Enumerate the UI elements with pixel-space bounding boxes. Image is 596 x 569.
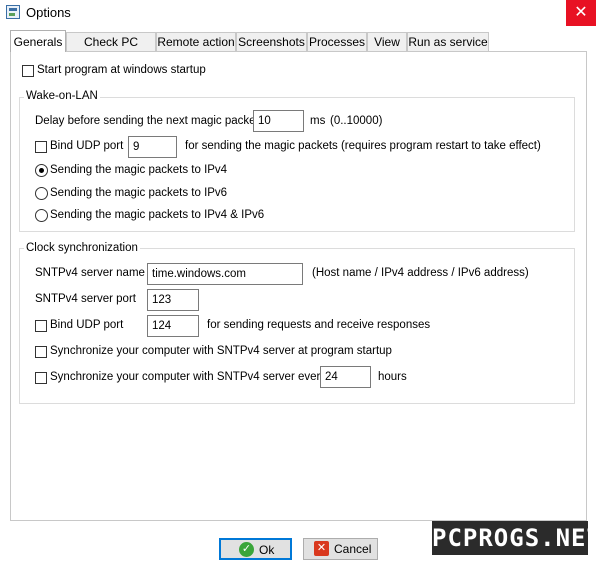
cancel-button[interactable]: ✕ Cancel bbox=[303, 538, 378, 560]
sntp-server-name-input[interactable]: time.windows.com bbox=[147, 263, 303, 285]
window-title: Options bbox=[26, 5, 71, 20]
cancel-x-icon: ✕ bbox=[314, 541, 329, 556]
watermark-logo: PCPROGS.NET bbox=[432, 521, 596, 555]
wol-radio-ipv6-label: Sending the magic packets to IPv6 bbox=[50, 187, 228, 199]
sync-at-startup-checkbox[interactable] bbox=[35, 346, 47, 358]
wol-bind-port-label: Bind UDP port bbox=[50, 140, 124, 152]
wol-bind-port-input[interactable]: 9 bbox=[128, 136, 177, 158]
wol-radio-both-label: Sending the magic packets to IPv4 & IPv6 bbox=[50, 209, 265, 221]
clock-bind-port-input[interactable]: 124 bbox=[147, 315, 199, 337]
tab-run-as-service[interactable]: Run as service bbox=[407, 32, 489, 51]
startup-checkbox[interactable] bbox=[22, 65, 34, 77]
tab-screenshots[interactable]: Screenshots bbox=[236, 32, 307, 51]
wol-delay-unit: ms bbox=[310, 115, 326, 127]
sntp-server-name-label: SNTPv4 server name bbox=[35, 267, 145, 279]
check-icon: ✓ bbox=[239, 542, 254, 557]
close-button[interactable]: ✕ bbox=[566, 0, 596, 26]
ok-button-label: Ok bbox=[259, 543, 275, 557]
wol-radio-ipv4[interactable] bbox=[35, 164, 48, 177]
ok-button[interactable]: ✓ Ok bbox=[219, 538, 292, 560]
wol-delay-input[interactable]: 10 bbox=[253, 110, 304, 132]
wol-delay-label: Delay before sending the next magic pack… bbox=[35, 115, 259, 127]
title-bar: Options ✕ bbox=[0, 0, 596, 26]
tab-check-pc-status[interactable]: Check PC status bbox=[66, 32, 156, 68]
sync-every-checkbox[interactable] bbox=[35, 372, 47, 384]
sync-every-input[interactable]: 24 bbox=[320, 366, 371, 388]
wol-radio-ipv4-label: Sending the magic packets to IPv4 bbox=[50, 164, 228, 176]
wol-delay-range: (0..10000) bbox=[330, 115, 383, 127]
sync-every-label: Synchronize your computer with SNTPv4 se… bbox=[50, 371, 327, 383]
tab-generals[interactable]: Generals bbox=[10, 30, 66, 52]
sync-every-unit: hours bbox=[378, 371, 407, 383]
tab-view[interactable]: View bbox=[367, 32, 407, 51]
tab-remote-action[interactable]: Remote action bbox=[156, 32, 236, 51]
tab-processes[interactable]: Processes bbox=[307, 32, 367, 51]
cancel-button-label: Cancel bbox=[334, 542, 372, 556]
clock-sync-group-title: Clock synchronization bbox=[24, 242, 140, 254]
sntp-server-port-input[interactable]: 123 bbox=[147, 289, 199, 311]
wol-radio-both[interactable] bbox=[35, 209, 48, 222]
wol-radio-ipv6[interactable] bbox=[35, 187, 48, 200]
wol-bind-port-hint: for sending the magic packets (requires … bbox=[185, 140, 541, 152]
app-icon bbox=[6, 5, 20, 19]
sntp-server-port-label: SNTPv4 server port bbox=[35, 293, 136, 305]
sync-at-startup-label: Synchronize your computer with SNTPv4 se… bbox=[50, 345, 392, 357]
wol-group-title: Wake-on-LAN bbox=[24, 90, 100, 102]
clock-bind-port-hint: for sending requests and receive respons… bbox=[207, 319, 431, 331]
clock-bind-port-label: Bind UDP port bbox=[50, 319, 124, 331]
wol-bind-port-checkbox[interactable] bbox=[35, 141, 47, 153]
clock-bind-port-checkbox[interactable] bbox=[35, 320, 47, 332]
sntp-server-name-hint: (Host name / IPv4 address / IPv6 address… bbox=[312, 267, 529, 279]
startup-label: Start program at windows startup bbox=[37, 64, 206, 76]
